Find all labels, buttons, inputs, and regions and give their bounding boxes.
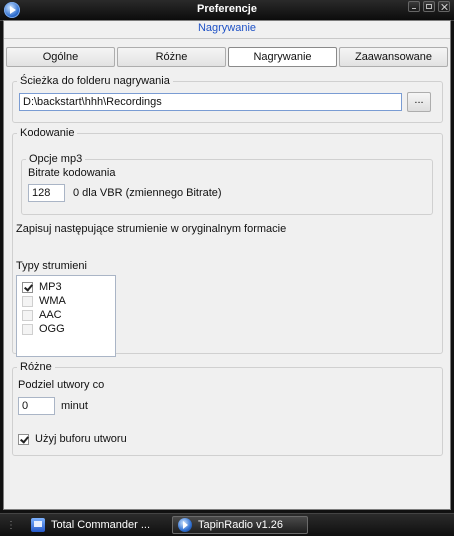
taskbar-item-total-commander[interactable]: Total Commander ... xyxy=(26,516,166,534)
list-item[interactable]: WMA xyxy=(17,294,115,308)
misc-legend: Różne xyxy=(20,361,52,373)
recording-path-input[interactable]: D:\backstart\hhh\Recordings xyxy=(19,93,402,111)
encoding-group: Kodowanie Opcje mp3 Bitrate kodowania 12… xyxy=(12,127,443,357)
tab-recording[interactable]: Nagrywanie xyxy=(228,47,337,67)
stream-type-label: WMA xyxy=(39,295,66,307)
stream-type-label: AAC xyxy=(39,309,62,321)
checkbox-wma[interactable] xyxy=(22,295,33,307)
bitrate-hint: 0 dla VBR (zmiennego Bitrate) xyxy=(73,187,222,199)
use-buffer-row[interactable]: Użyj buforu utworu xyxy=(18,433,127,445)
page-subtitle: Nagrywanie xyxy=(197,22,257,34)
preferences-window: Preferencje Nagrywanie Ogólne Różne Nagr… xyxy=(0,0,454,513)
split-label: Podziel utwory co xyxy=(18,379,105,391)
taskbar-grip: ⋮ xyxy=(6,520,16,531)
list-item[interactable]: MP3 xyxy=(17,280,115,294)
list-item[interactable]: AAC xyxy=(17,308,115,322)
tab-bar: Ogólne Różne Nagrywanie Zaawansowane xyxy=(6,47,448,67)
stream-type-label: OGG xyxy=(39,323,65,335)
recording-path-group: Ścieżka do folderu nagrywania D:\backsta… xyxy=(12,75,443,123)
title-bar[interactable]: Preferencje xyxy=(0,0,454,21)
browse-button[interactable]: ... xyxy=(407,92,431,112)
taskbar: ⋮ Total Commander ... TapinRadio v1.26 xyxy=(0,513,454,536)
tab-misc[interactable]: Różne xyxy=(117,47,226,67)
checkbox-mp3[interactable] xyxy=(22,281,33,293)
checkbox-ogg[interactable] xyxy=(22,323,33,335)
save-original-label: Zapisuj następujące strumienie w orygina… xyxy=(16,223,287,235)
split-unit: minut xyxy=(61,400,88,412)
recording-path-legend: Ścieżka do folderu nagrywania xyxy=(20,75,170,87)
mp3-options-group: Opcje mp3 Bitrate kodowania 128 0 dla VB… xyxy=(21,153,433,215)
taskbar-item-tapinradio[interactable]: TapinRadio v1.26 xyxy=(172,516,308,534)
stream-type-label: MP3 xyxy=(39,281,62,293)
tab-general[interactable]: Ogólne xyxy=(6,47,115,67)
close-button[interactable] xyxy=(438,1,450,12)
maximize-button[interactable] xyxy=(423,1,435,12)
stream-types-list[interactable]: MP3 WMA AAC OGG xyxy=(16,275,116,357)
mp3-options-legend: Opcje mp3 xyxy=(29,153,83,165)
encoding-legend: Kodowanie xyxy=(20,127,75,139)
taskbar-item-label: Total Commander ... xyxy=(51,519,151,531)
minimize-button[interactable] xyxy=(408,1,420,12)
misc-group: Różne Podziel utwory co 0 minut Użyj buf… xyxy=(12,361,443,456)
stream-types-label: Typy strumieni xyxy=(16,260,87,272)
window-title: Preferencje xyxy=(197,3,257,15)
checkbox-aac[interactable] xyxy=(22,309,33,321)
tapinradio-icon xyxy=(178,518,192,532)
tab-advanced[interactable]: Zaawansowane xyxy=(339,47,448,67)
dialog-content: Nagrywanie Ogólne Różne Nagrywanie Zaawa… xyxy=(3,20,451,510)
list-item[interactable]: OGG xyxy=(17,322,115,336)
total-commander-icon xyxy=(31,518,45,532)
window-controls xyxy=(408,1,450,12)
use-buffer-label: Użyj buforu utworu xyxy=(35,433,127,445)
encoding-body: Opcje mp3 Bitrate kodowania 128 0 dla VB… xyxy=(13,153,442,357)
bitrate-input[interactable]: 128 xyxy=(28,184,65,202)
split-minutes-input[interactable]: 0 xyxy=(18,397,55,415)
bitrate-label: Bitrate kodowania xyxy=(28,167,116,179)
use-buffer-checkbox[interactable] xyxy=(18,433,29,445)
subtitle-divider xyxy=(4,38,450,39)
taskbar-item-label: TapinRadio v1.26 xyxy=(198,519,284,531)
